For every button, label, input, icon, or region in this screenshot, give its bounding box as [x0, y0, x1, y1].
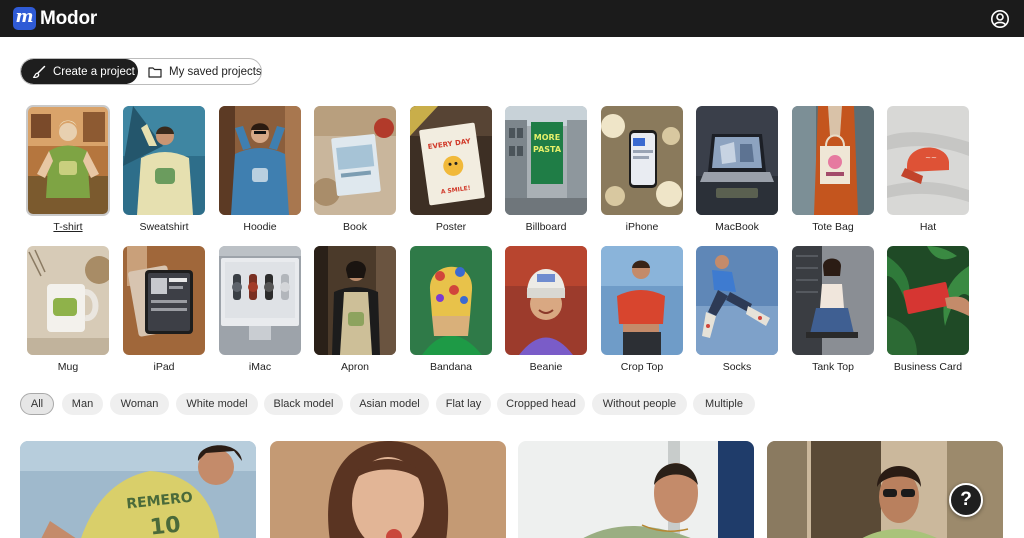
category-tshirt-image — [26, 105, 110, 216]
category-beanie-image — [505, 246, 587, 355]
category-imac-image — [219, 246, 301, 355]
category-label: Book — [343, 221, 367, 233]
category-label: Billboard — [525, 221, 567, 233]
filter-chip-without-people[interactable]: Without people — [592, 393, 687, 415]
category-iphone[interactable]: iPhone — [601, 106, 683, 233]
mockup-image-3 — [518, 441, 754, 538]
create-project-label: Create a project — [53, 65, 135, 78]
category-bandana-image — [410, 246, 492, 355]
category-socks[interactable]: Socks — [696, 246, 778, 373]
category-label: Sweatshirt — [139, 221, 189, 233]
help-icon: ? — [960, 489, 972, 510]
category-label: Hat — [919, 221, 937, 233]
mockup-image-2 — [270, 441, 506, 538]
help-button[interactable]: ? — [949, 483, 983, 517]
category-apron[interactable]: Apron — [314, 246, 396, 373]
category-label: Tank Top — [812, 361, 854, 373]
category-label: Socks — [722, 361, 752, 373]
category-label: iMac — [248, 361, 272, 373]
category-hoodie-image — [219, 106, 301, 215]
category-crop-top[interactable]: Crop Top — [601, 246, 683, 373]
category-sweatshirt[interactable]: Sweatshirt — [123, 106, 205, 233]
category-tank-top[interactable]: Tank Top — [792, 246, 874, 373]
filter-chip-cropped-head[interactable]: Cropped head — [497, 393, 585, 415]
brush-icon — [32, 65, 46, 78]
mockup-image-1: REMERO 10 — [20, 441, 256, 538]
category-label: MacBook — [715, 221, 759, 233]
category-label: Apron — [340, 361, 370, 373]
category-poster-image: EVERY DAY A SMILE! — [410, 106, 492, 215]
category-book-image — [314, 106, 396, 215]
filter-chip-flat-lay[interactable]: Flat lay — [436, 393, 491, 415]
category-label: Crop Top — [620, 361, 664, 373]
mockup-card-2[interactable] — [270, 441, 506, 538]
folder-icon — [148, 66, 162, 78]
category-macbook[interactable]: MacBook — [696, 106, 778, 233]
filter-chip-white-model[interactable]: White model — [176, 393, 258, 415]
category-business-card-image — [887, 246, 969, 355]
category-mug[interactable]: Mug — [27, 246, 109, 373]
category-label: Mug — [57, 361, 79, 373]
category-crop-top-image — [601, 246, 683, 355]
category-iphone-image — [601, 106, 683, 215]
category-label: iPad — [153, 361, 175, 373]
category-label: Tote Bag — [812, 221, 854, 233]
filter-chip-black-model[interactable]: Black model — [264, 393, 343, 415]
category-billboard[interactable]: MORE PASTA Billboard — [505, 106, 587, 233]
category-hat-image: ~~ — [887, 106, 969, 215]
logo-icon[interactable]: m — [13, 7, 36, 30]
category-socks-image — [696, 246, 778, 355]
category-sweatshirt-image — [123, 106, 205, 215]
category-ipad-image — [123, 246, 205, 355]
category-poster[interactable]: EVERY DAY A SMILE! Poster — [410, 106, 492, 233]
category-label: T-shirt — [53, 221, 83, 233]
saved-projects-label: My saved projects — [169, 65, 262, 78]
svg-text:10: 10 — [149, 513, 182, 538]
category-macbook-image — [696, 106, 778, 215]
category-label: Beanie — [529, 361, 563, 373]
filter-chip-asian-model[interactable]: Asian model — [350, 393, 429, 415]
category-label: Bandana — [429, 361, 473, 373]
category-tote-bag-image — [792, 106, 874, 215]
category-hoodie[interactable]: Hoodie — [219, 106, 301, 233]
category-ipad[interactable]: iPad — [123, 246, 205, 373]
mockup-card-1[interactable]: REMERO 10 — [20, 441, 256, 538]
mockup-card-3[interactable] — [518, 441, 754, 538]
category-imac[interactable]: iMac — [219, 246, 301, 373]
filter-chip-man[interactable]: Man — [62, 393, 103, 415]
filter-chip-multiple[interactable]: Multiple — [693, 393, 755, 415]
top-bar: m Modor — [0, 0, 1024, 37]
category-book[interactable]: Book — [314, 106, 396, 233]
category-tshirt[interactable]: T-shirt — [26, 105, 110, 233]
project-segmented-control: Create a project My saved projects — [20, 58, 262, 85]
category-mug-image — [27, 246, 109, 355]
filter-chip-woman[interactable]: Woman — [110, 393, 169, 415]
category-label: iPhone — [625, 221, 659, 233]
create-project-button[interactable]: Create a project — [21, 59, 138, 84]
category-apron-image — [314, 246, 396, 355]
category-tote-bag[interactable]: Tote Bag — [792, 106, 874, 233]
category-beanie[interactable]: Beanie — [505, 246, 587, 373]
svg-text:~~: ~~ — [925, 154, 937, 162]
category-billboard-image: MORE PASTA — [505, 106, 587, 215]
category-label: Hoodie — [243, 221, 277, 233]
saved-projects-button[interactable]: My saved projects — [138, 59, 262, 84]
category-label: Poster — [435, 221, 467, 233]
svg-text:MORE: MORE — [534, 133, 560, 142]
app-name[interactable]: Modor — [40, 7, 97, 30]
category-tank-top-image — [792, 246, 874, 355]
filter-chip-all[interactable]: All — [20, 393, 54, 415]
category-label: Business Card — [893, 361, 963, 373]
svg-text:PASTA: PASTA — [533, 145, 562, 154]
category-bandana[interactable]: Bandana — [410, 246, 492, 373]
user-circle-icon[interactable] — [990, 9, 1010, 29]
category-business-card[interactable]: Business Card — [887, 246, 969, 373]
category-hat[interactable]: ~~ Hat — [887, 106, 969, 233]
